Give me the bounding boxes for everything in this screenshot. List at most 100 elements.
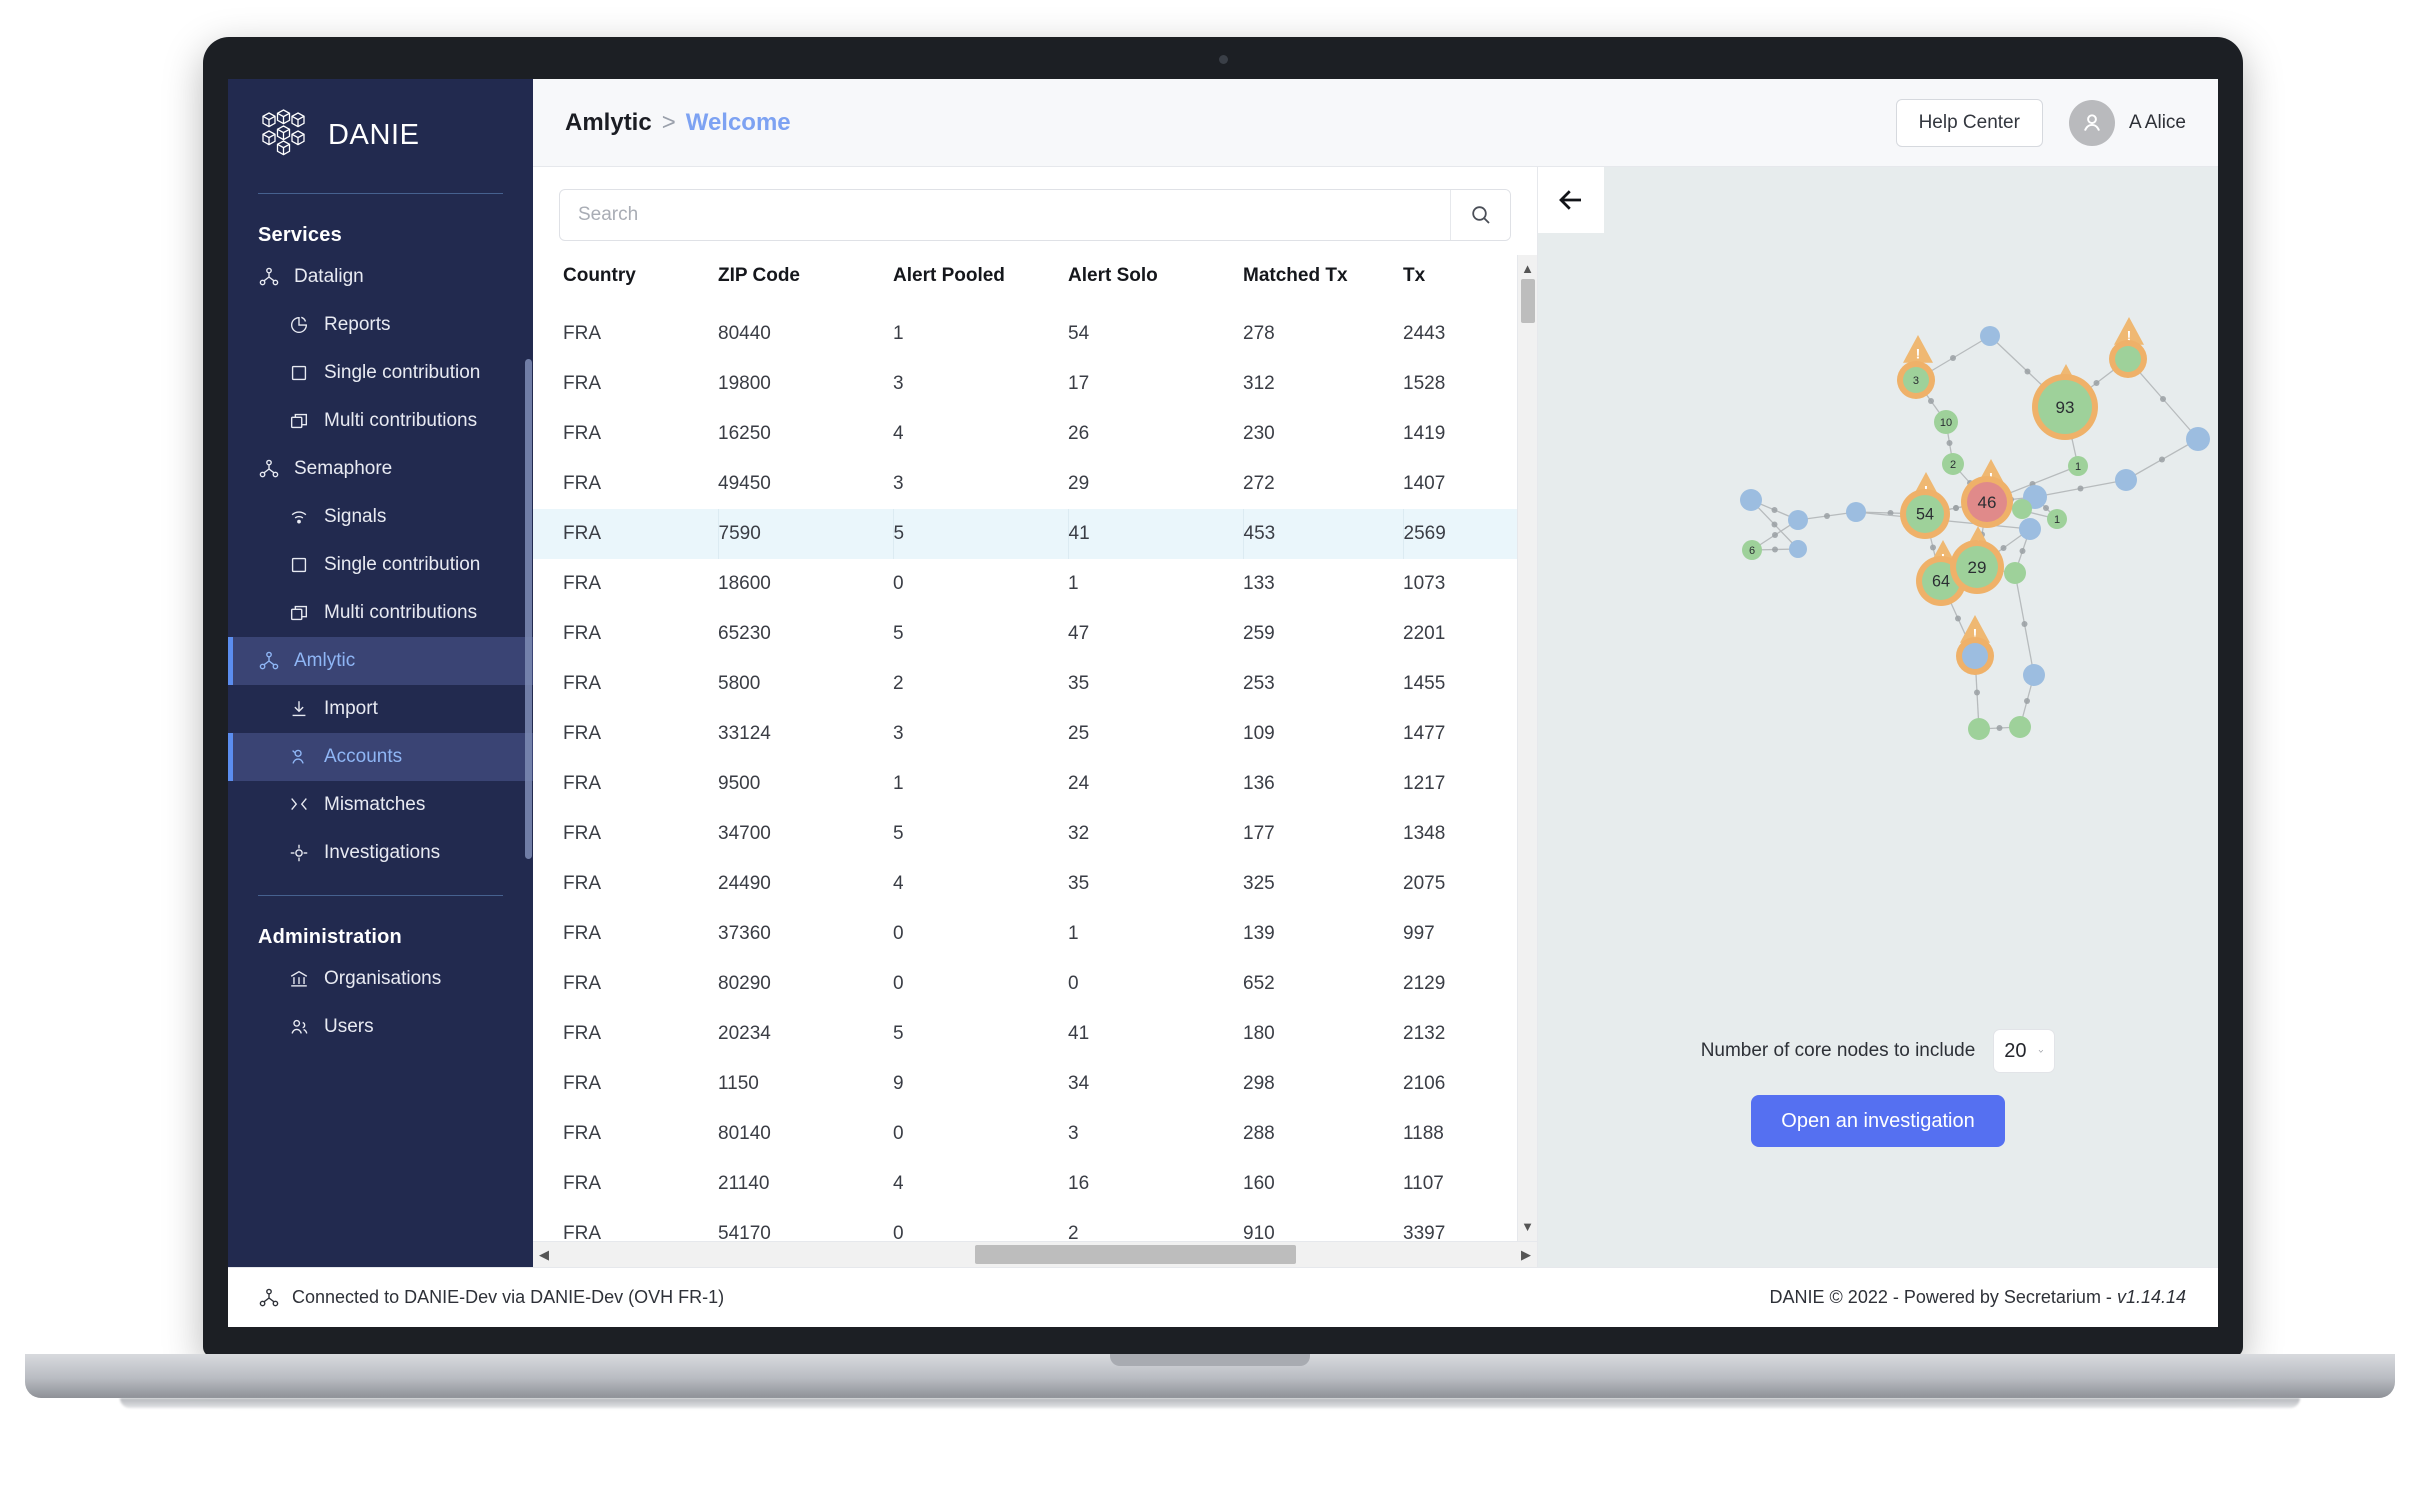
user-menu[interactable]: A Alice — [2068, 99, 2186, 146]
table-row[interactable]: FRA 5800 2 35 253 1455 — [533, 659, 1517, 709]
sidebar-item-accounts[interactable]: Accounts — [228, 733, 533, 781]
sidebar-item-single-contribution[interactable]: Single contribution — [228, 541, 533, 589]
graph-waypoint — [1771, 507, 1778, 513]
table-row[interactable]: FRA 34700 5 32 177 1348 — [533, 809, 1517, 859]
mismatch-icon — [288, 794, 310, 816]
sidebar-item-multi-contributions[interactable]: Multi contributions — [228, 589, 533, 637]
core-nodes-value: 20 — [2004, 1039, 2027, 1062]
sidebar-nav-administration: Organisations Users — [228, 955, 533, 1051]
sidebar-item-multi-contributions[interactable]: Multi contributions — [228, 397, 533, 445]
scroll-left-icon[interactable]: ◀ — [533, 1247, 555, 1263]
table-row[interactable]: FRA 21140 4 16 160 1107 — [533, 1159, 1517, 1209]
sidebar-item-mismatches[interactable]: Mismatches — [228, 781, 533, 829]
sidebar-item-investigations[interactable]: Investigations — [228, 829, 533, 877]
graph-node[interactable] — [2004, 562, 2026, 584]
table-row[interactable]: FRA 19800 3 17 312 1528 — [533, 359, 1517, 409]
breadcrumb: Amlytic > Welcome — [565, 109, 791, 137]
table-cell: 35 — [1068, 673, 1090, 694]
sidebar-item-semaphore[interactable]: Semaphore — [228, 445, 533, 493]
table-row[interactable]: FRA 16250 4 26 230 1419 — [533, 409, 1517, 459]
table-cell: 278 — [1243, 323, 1275, 344]
graph-node[interactable] — [1740, 489, 1762, 511]
table-row[interactable]: FRA 33124 3 25 109 1477 — [533, 709, 1517, 759]
table-row[interactable]: FRA 7590 5 41 453 2569 — [533, 509, 1517, 559]
horizontal-scrollbar-thumb[interactable] — [974, 1245, 1297, 1264]
version-text: v1.14.14 — [2116, 1287, 2186, 1307]
breadcrumb-root[interactable]: Amlytic — [565, 109, 652, 137]
laptop-mockup: DANIE Services Datalign Reports Single con… — [0, 0, 2416, 1499]
table-cell: 1 — [893, 323, 904, 344]
graph-node-label: 10 — [1940, 417, 1952, 429]
table-row[interactable]: FRA 18600 0 1 133 1073 — [533, 559, 1517, 609]
table-row[interactable]: FRA 49450 3 29 272 1407 — [533, 459, 1517, 509]
scroll-right-icon[interactable]: ▶ — [1515, 1247, 1537, 1263]
table-vertical-scrollbar[interactable]: ▲ ▼ — [1517, 255, 1537, 1241]
table-cell: 1 — [1068, 573, 1079, 594]
table-row[interactable]: FRA 80290 0 0 652 2129 — [533, 959, 1517, 1009]
table-horizontal-scrollbar[interactable]: ◀ ▶ — [533, 1241, 1537, 1267]
scroll-down-icon[interactable]: ▼ — [1521, 1216, 1534, 1237]
core-nodes-select[interactable]: 20 — [1993, 1029, 2056, 1073]
column-header[interactable]: Tx — [1403, 255, 1517, 309]
table-cell: 253 — [1243, 673, 1275, 694]
network-graph[interactable]: !!!!!!!!39310121466546429 — [1538, 167, 2218, 1037]
sidebar-item-amlytic[interactable]: Amlytic — [228, 637, 533, 685]
search-input[interactable] — [560, 190, 1450, 240]
sidebar-item-single-contribution[interactable]: Single contribution — [228, 349, 533, 397]
search-button[interactable] — [1450, 190, 1510, 240]
network-icon — [258, 650, 280, 672]
graph-node[interactable] — [1788, 510, 1808, 530]
sidebar-scrollbar-thumb[interactable] — [525, 359, 532, 859]
help-center-button[interactable]: Help Center — [1895, 98, 2043, 147]
graph-node[interactable] — [2115, 346, 2141, 372]
column-header[interactable]: Matched Tx — [1243, 255, 1403, 309]
table-cell: 3 — [893, 373, 904, 394]
table-cell: 54170 — [718, 1223, 771, 1241]
sidebar-item-reports[interactable]: Reports — [228, 301, 533, 349]
sidebar-scrollbar[interactable] — [525, 179, 533, 1267]
sidebar-item-users[interactable]: Users — [228, 1003, 533, 1051]
graph-node[interactable] — [1962, 643, 1988, 669]
graph-node[interactable] — [2186, 427, 2210, 451]
graph-node[interactable] — [1846, 502, 1866, 522]
vertical-scrollbar-thumb[interactable] — [1521, 279, 1535, 323]
column-header[interactable]: Country — [533, 255, 718, 309]
sidebar-item-signals[interactable]: Signals — [228, 493, 533, 541]
sidebar-item-label: Amlytic — [294, 650, 356, 671]
graph-node[interactable] — [2012, 499, 2032, 519]
graph-node[interactable] — [2009, 716, 2031, 738]
table-row[interactable]: FRA 20234 5 41 180 2132 — [533, 1009, 1517, 1059]
table-row[interactable]: FRA 9500 1 24 136 1217 — [533, 759, 1517, 809]
table-cell: 288 — [1243, 1123, 1275, 1144]
table-cell: 3 — [1068, 1123, 1079, 1144]
table-row[interactable]: FRA 80440 1 54 278 2443 — [533, 309, 1517, 359]
breadcrumb-leaf[interactable]: Welcome — [686, 109, 791, 137]
sidebar-item-import[interactable]: Import — [228, 685, 533, 733]
graph-node[interactable] — [1789, 540, 1807, 558]
table-cell: 47 — [1068, 623, 1090, 644]
sidebar-item-label: Import — [324, 698, 378, 719]
table-row[interactable]: FRA 37360 0 1 139 997 — [533, 909, 1517, 959]
table-cell: 180 — [1243, 1023, 1275, 1044]
open-investigation-button[interactable]: Open an investigation — [1751, 1095, 2005, 1147]
sidebar-item-organisations[interactable]: Organisations — [228, 955, 533, 1003]
column-header[interactable]: Alert Solo — [1068, 255, 1243, 309]
pie-chart-icon — [288, 314, 310, 336]
table-cell: 54 — [1068, 323, 1090, 344]
table-cell: 21140 — [718, 1173, 770, 1194]
table-cell: 1 — [1068, 923, 1079, 944]
table-row[interactable]: FRA 65230 5 47 259 2201 — [533, 609, 1517, 659]
graph-node[interactable] — [1980, 326, 2000, 346]
table-row[interactable]: FRA 54170 0 2 910 3397 — [533, 1209, 1517, 1241]
column-header[interactable]: ZIP Code — [718, 255, 893, 309]
graph-node[interactable] — [2115, 469, 2137, 491]
graph-node[interactable] — [2019, 518, 2041, 540]
column-header[interactable]: Alert Pooled — [893, 255, 1068, 309]
graph-node[interactable] — [1968, 718, 1990, 740]
sidebar-item-datalign[interactable]: Datalign — [228, 253, 533, 301]
table-row[interactable]: FRA 24490 4 35 325 2075 — [533, 859, 1517, 909]
graph-node[interactable] — [2023, 664, 2045, 686]
table-row[interactable]: FRA 80140 0 3 288 1188 — [533, 1109, 1517, 1159]
table-row[interactable]: FRA 1150 9 34 298 2106 — [533, 1059, 1517, 1109]
scroll-up-icon[interactable]: ▲ — [1521, 258, 1534, 279]
